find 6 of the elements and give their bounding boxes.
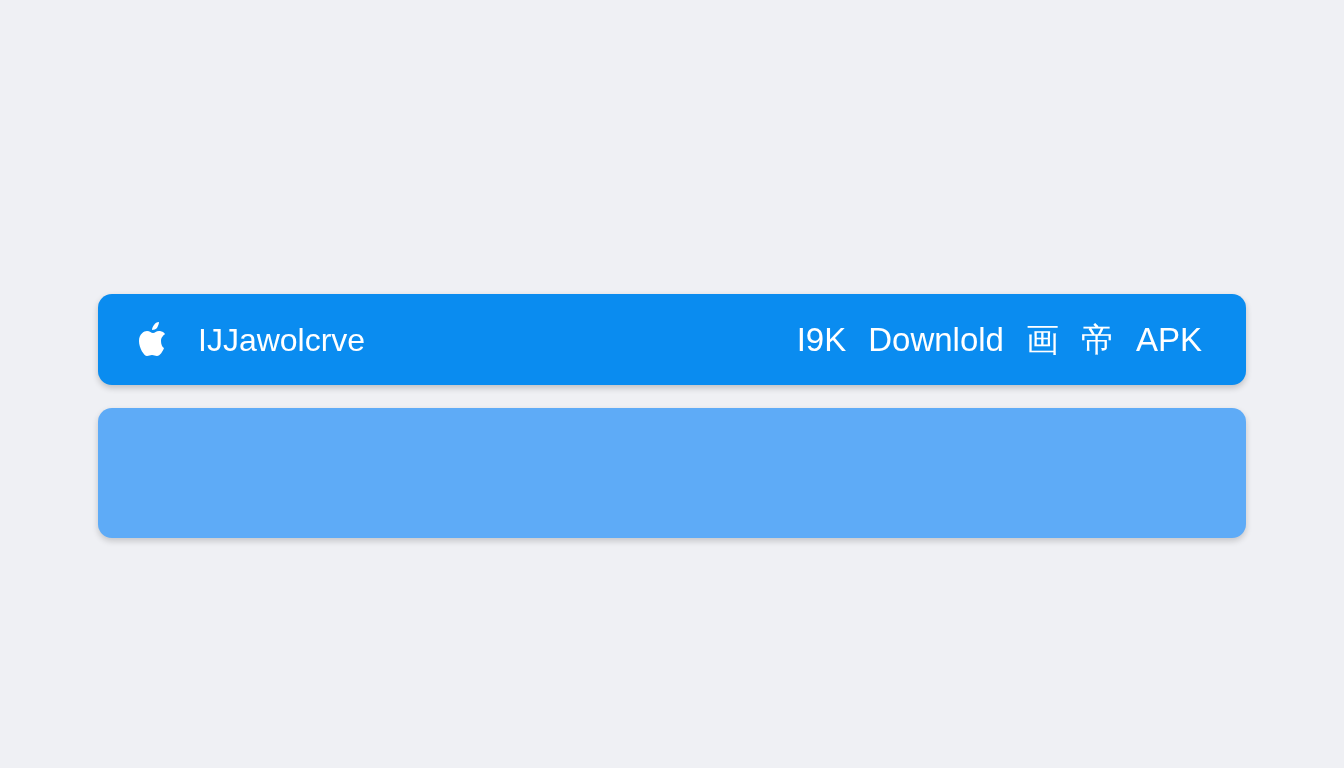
bar-label: APK (1135, 319, 1202, 360)
bar-label: 画 (1025, 319, 1059, 360)
bar-label: 帝 (1080, 319, 1114, 360)
bar-label: I9K (796, 319, 847, 360)
bar-label: Downlold (868, 319, 1004, 360)
app-name: IJJawolcrve (198, 320, 366, 360)
